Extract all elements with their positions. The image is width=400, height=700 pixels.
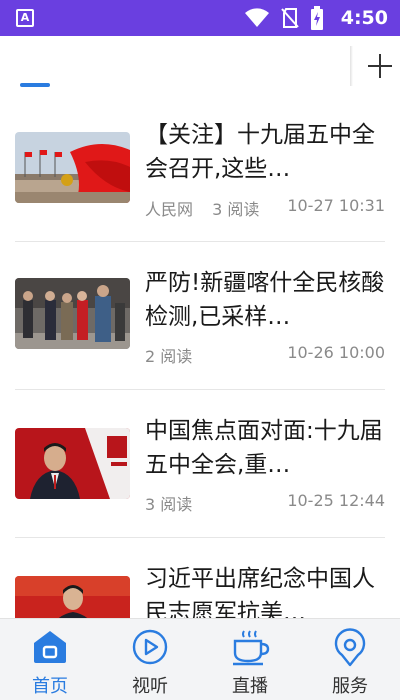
news-meta: 人民网 3 阅读 10-27 10:31 xyxy=(145,196,385,219)
news-date: 10-27 10:31 xyxy=(287,196,385,215)
nav-video[interactable]: 视听 xyxy=(100,619,200,700)
news-thumbnail-flag-building[interactable] xyxy=(15,132,130,203)
wifi-icon xyxy=(245,8,269,27)
news-source: 人民网 xyxy=(145,200,194,219)
battery-charging-icon xyxy=(311,6,323,30)
nav-live[interactable]: 直播 xyxy=(200,619,300,700)
news-title[interactable]: 习近平出席纪念中国人民志愿军抗美… xyxy=(145,562,385,618)
list-divider xyxy=(15,537,385,538)
news-thumbnail-speaker[interactable] xyxy=(15,428,130,499)
news-meta: 3 阅读 10-25 12:44 xyxy=(145,491,385,514)
location-pin-icon xyxy=(334,628,366,667)
nav-home[interactable]: 首页 xyxy=(0,619,100,700)
channel-tab-strip[interactable] xyxy=(0,36,400,98)
news-title[interactable]: 【关注】十九届五中全会召开,这些… xyxy=(145,118,385,186)
news-list[interactable]: 【关注】十九届五中全会召开,这些… 人民网 3 阅读 10-27 10:31 严… xyxy=(0,98,400,618)
nav-live-label: 直播 xyxy=(232,676,268,697)
news-date: 10-25 12:44 xyxy=(287,491,385,510)
news-thumbnail-street-crowd[interactable] xyxy=(15,278,130,349)
cup-icon xyxy=(233,630,270,666)
news-title[interactable]: 严防!新疆喀什全民核酸检测,已采样… xyxy=(145,266,385,334)
status-icons xyxy=(244,6,324,30)
list-divider xyxy=(15,241,385,242)
news-date: 10-26 10:00 xyxy=(287,343,385,362)
news-item[interactable]: 中国焦点面对面:十九届五中全会,重… 3 阅读 10-25 12:44 xyxy=(0,394,400,542)
news-read-count: 3 阅读 xyxy=(212,200,260,219)
news-thumbnail-leader[interactable] xyxy=(15,576,130,618)
tab-strip-edge-shadow xyxy=(350,46,353,86)
add-channel-button[interactable] xyxy=(364,50,396,82)
news-item[interactable]: 习近平出席纪念中国人民志愿军抗美… xyxy=(0,542,400,618)
nav-service[interactable]: 服务 xyxy=(300,619,400,700)
news-read-count: 3 阅读 xyxy=(145,495,193,514)
news-item[interactable]: 【关注】十九届五中全会召开,这些… 人民网 3 阅读 10-27 10:31 xyxy=(0,98,400,246)
news-title[interactable]: 中国焦点面对面:十九届五中全会,重… xyxy=(145,414,385,482)
play-icon xyxy=(132,629,168,665)
no-sim-icon xyxy=(281,8,299,28)
active-tab-indicator xyxy=(20,83,50,87)
bottom-nav: 首页 视听 直播 服务 xyxy=(0,618,400,700)
nav-home-label: 首页 xyxy=(32,676,68,697)
status-bar: A 4:50 xyxy=(0,0,400,36)
news-read-count: 2 阅读 xyxy=(145,347,193,366)
list-divider xyxy=(15,389,385,390)
home-icon xyxy=(34,631,66,663)
nav-video-label: 视听 xyxy=(132,676,168,697)
status-time: 4:50 xyxy=(340,7,388,29)
app-notification-icon: A xyxy=(16,9,34,27)
news-item[interactable]: 严防!新疆喀什全民核酸检测,已采样… 2 阅读 10-26 10:00 xyxy=(0,246,400,394)
news-meta: 2 阅读 10-26 10:00 xyxy=(145,343,385,366)
nav-service-label: 服务 xyxy=(332,676,368,697)
